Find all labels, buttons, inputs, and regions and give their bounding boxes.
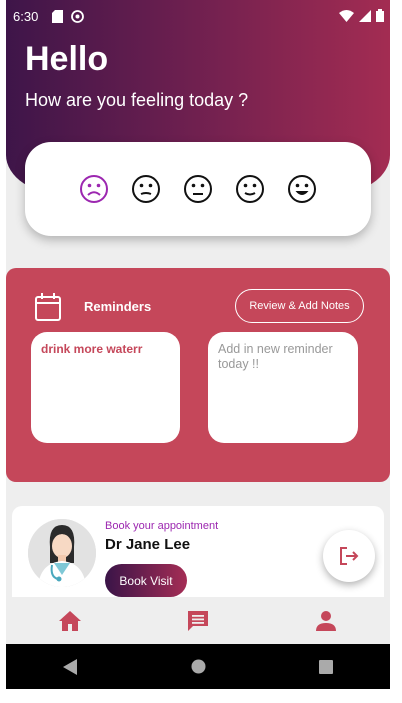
chat-icon	[188, 610, 208, 631]
battery-icon	[376, 9, 384, 25]
recents-icon	[319, 659, 333, 674]
neutral-face-icon	[132, 175, 160, 203]
home-circle-icon	[191, 659, 205, 674]
calendar-icon	[34, 292, 62, 327]
book-appointment-label: Book your appointment	[105, 520, 219, 532]
review-add-notes-button[interactable]: Review & Add Notes	[235, 289, 364, 323]
feeling-question: How are you feeling today ?	[25, 90, 249, 110]
logout-button[interactable]	[323, 530, 375, 582]
person-icon	[316, 610, 336, 631]
new-reminder-input[interactable]: Add in new reminder today !!	[208, 332, 358, 443]
doctor-name: Dr Jane Lee	[105, 536, 191, 553]
mood-neutral-button[interactable]	[130, 173, 162, 205]
system-navigation-bar	[6, 644, 390, 689]
sd-card-icon	[52, 10, 63, 26]
book-visit-button[interactable]: Book Visit	[105, 564, 187, 597]
greeting-title: Hello	[25, 40, 109, 78]
nav-messages[interactable]	[174, 601, 222, 641]
mood-sad-button[interactable]	[78, 173, 110, 205]
mood-neutral-button[interactable]	[182, 173, 214, 205]
neutral-face-icon	[184, 175, 212, 203]
app-screen: Hello How are you feeling today ? 6:30 R…	[6, 0, 390, 703]
happy-face-icon	[288, 175, 316, 203]
slight-smile-face-icon	[236, 175, 264, 203]
reminders-title: Reminders	[84, 299, 152, 314]
logout-icon	[340, 547, 359, 565]
wifi-icon	[339, 9, 354, 25]
reminders-panel: Reminders Review & Add Notes drink more …	[6, 268, 390, 482]
status-time: 6:30	[13, 9, 39, 24]
at-sign-icon	[71, 10, 84, 26]
bottom-navigation	[6, 597, 390, 644]
nav-profile[interactable]	[302, 601, 350, 641]
mood-selector	[25, 142, 371, 236]
status-bar: 6:30	[6, 0, 390, 34]
mood-happy-button[interactable]	[286, 173, 318, 205]
mood-slight-smile-button[interactable]	[234, 173, 266, 205]
home-icon	[59, 610, 81, 631]
system-recents-button[interactable]	[306, 647, 346, 687]
system-back-button[interactable]	[50, 647, 90, 687]
bottom-edge	[6, 689, 390, 703]
signal-icon	[359, 9, 371, 25]
sad-face-icon	[80, 175, 108, 203]
screen-edge	[390, 0, 402, 703]
nav-home[interactable]	[46, 601, 94, 641]
reminder-note[interactable]: drink more waterr	[31, 332, 180, 443]
back-icon	[63, 658, 77, 675]
system-home-button[interactable]	[178, 647, 218, 687]
doctor-avatar	[28, 519, 96, 587]
